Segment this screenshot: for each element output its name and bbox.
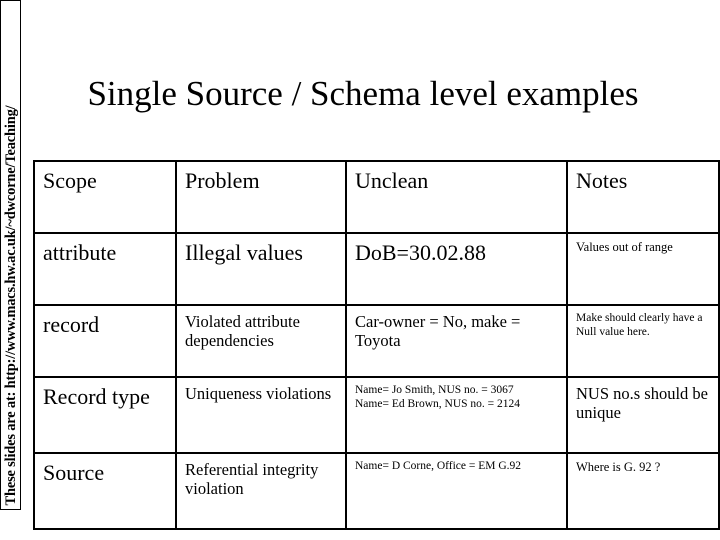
table-row: Source Referential integrity violation N… (33, 452, 720, 530)
column-header-problem: Problem (175, 160, 347, 234)
cell-scope: attribute (33, 232, 177, 306)
cell-notes: Make should clearly have a Null value he… (566, 304, 720, 378)
cell-notes: Where is G. 92 ? (566, 452, 720, 530)
slide-source-note: These slides are at: http://www.macs.hw.… (0, 0, 21, 510)
column-header-notes: Notes (566, 160, 720, 234)
cell-problem: Referential integrity violation (175, 452, 347, 530)
column-header-scope: Scope (33, 160, 177, 234)
column-header-unclean: Unclean (345, 160, 568, 234)
cell-unclean: Name= D Corne, Office = EM G.92 (345, 452, 568, 530)
table-row: record Violated attribute dependencies C… (33, 304, 720, 378)
cell-unclean: Name= Jo Smith, NUS no. = 3067 Name= Ed … (345, 376, 568, 454)
page-title: Single Source / Schema level examples (87, 74, 639, 113)
table-row: Record type Uniqueness violations Name= … (33, 376, 720, 454)
cell-unclean: Car-owner = No, make = Toyota (345, 304, 568, 378)
cell-scope: Source (33, 452, 177, 530)
table-row: attribute Illegal values DoB=30.02.88 Va… (33, 232, 720, 306)
cell-problem: Uniqueness violations (175, 376, 347, 454)
slide-source-note-text: These slides are at: http://www.macs.hw.… (2, 105, 19, 505)
table-header-row: Scope Problem Unclean Notes (33, 160, 720, 234)
cell-unclean: DoB=30.02.88 (345, 232, 568, 306)
cell-unclean-line-2: Name= Ed Brown, NUS no. = 2124 (355, 397, 521, 410)
cell-scope: Record type (33, 376, 177, 454)
cell-problem: Violated attribute dependencies (175, 304, 347, 378)
cell-scope: record (33, 304, 177, 378)
cell-problem: Illegal values (175, 232, 347, 306)
cell-notes: Values out of range (566, 232, 720, 306)
cell-notes: NUS no.s should be unique (566, 376, 720, 454)
schema-level-examples-table: Scope Problem Unclean Notes attribute Il… (33, 160, 720, 530)
cell-unclean-line-1: Name= Jo Smith, NUS no. = 3067 (355, 384, 514, 396)
